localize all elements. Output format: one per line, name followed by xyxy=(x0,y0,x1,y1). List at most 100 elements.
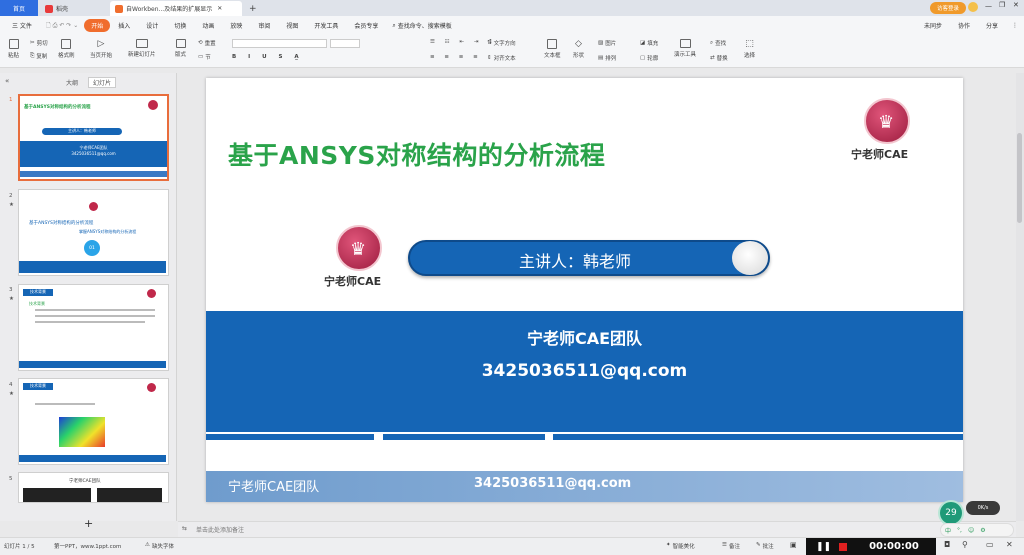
notes-button[interactable]: ☰ 备注 xyxy=(722,542,740,550)
font-style-buttons[interactable]: B I U S A̲ xyxy=(232,54,304,60)
copy-label: 复制 xyxy=(36,54,48,60)
outline-label: 轮廓 xyxy=(647,56,659,62)
play-from-current-button[interactable]: ▷ 当页开始 xyxy=(90,39,112,59)
menu-insert[interactable]: 插入 xyxy=(110,21,138,30)
stop-icon[interactable] xyxy=(839,542,848,551)
select-button[interactable]: ⬚ 选择 xyxy=(744,39,755,59)
menu-slideshow[interactable]: 放映 xyxy=(222,21,250,30)
fill-button[interactable]: ◪ 填充 xyxy=(640,39,658,47)
menu-member[interactable]: 会员专享 xyxy=(346,21,386,30)
menu-review[interactable]: 审阅 xyxy=(250,21,278,30)
sync-status[interactable]: 未同步 xyxy=(916,21,950,30)
text-direction-icon: ⇅ xyxy=(487,40,492,46)
picture-button[interactable]: ▨ 图片 xyxy=(598,39,616,47)
normal-view-icon[interactable]: ▣ xyxy=(790,541,797,549)
new-slide-button[interactable]: 新建幻灯片 xyxy=(128,39,156,58)
ime-mode[interactable]: 中 xyxy=(945,526,951,535)
tab-daoke[interactable]: 稻壳 xyxy=(40,1,105,16)
format-painter-button[interactable]: 格式刷 xyxy=(58,39,75,59)
layout-button[interactable]: 版式 xyxy=(175,39,186,58)
maximize-icon[interactable]: ❐ xyxy=(999,1,1005,9)
menu-animation[interactable]: 动画 xyxy=(194,21,222,30)
team-email[interactable]: 3425036511@qq.com xyxy=(206,361,963,381)
font-size-select[interactable] xyxy=(330,39,360,48)
share-button[interactable]: 分享 xyxy=(978,21,1006,30)
copy-icon: ⎘ xyxy=(30,52,35,59)
collaborate-button[interactable]: 协作 xyxy=(950,21,978,30)
footer-email[interactable]: 3425036511@qq.com xyxy=(474,476,631,491)
outline-button[interactable]: ▢ 轮廓 xyxy=(640,54,658,62)
slide-thumbnail-2[interactable]: 基于ANSYS对称结构的分析流程 掌握ANSYS对称结构的分析流程 01 xyxy=(18,189,169,276)
logo-left: ♛ xyxy=(336,225,382,271)
quick-access-icons: 🗋 ⎙ ↶ ↷ ⌄ xyxy=(45,21,79,29)
tab-outline[interactable]: 大纲 xyxy=(66,78,78,87)
recorder-menu-icon[interactable]: ▭ xyxy=(986,540,994,549)
ime-punct-icon[interactable]: °, xyxy=(957,527,962,534)
crown-icon: ♛ xyxy=(350,239,367,260)
paste-button[interactable]: 粘贴 xyxy=(8,39,19,59)
tab-home[interactable]: 首页 xyxy=(0,0,38,16)
align-text-button[interactable]: ⇕ 对齐文本 xyxy=(487,54,516,62)
speaker-banner-knob xyxy=(732,241,768,275)
notes-area[interactable]: ⇆ 单击此处添加备注 xyxy=(178,521,1016,537)
find-button[interactable]: ⌕ 查找 xyxy=(710,39,726,48)
collapse-panel-icon[interactable]: « xyxy=(5,77,9,85)
presenter-tools-button[interactable]: 演示工具 xyxy=(674,39,696,58)
align-buttons[interactable]: ≡ ≡ ≡ ≡ xyxy=(430,54,482,60)
text-direction-button[interactable]: ⇅ 文字方向 xyxy=(487,39,516,47)
pause-icon[interactable]: ❚❚ xyxy=(816,542,831,552)
slide-thumbnail-1[interactable]: 基于ANSYS对称结构的分析流程 主讲人：韩老师 宁老师CAE团队 342503… xyxy=(18,94,169,181)
menu-view[interactable]: 视图 xyxy=(278,21,306,30)
menu-developer[interactable]: 开发工具 xyxy=(306,21,346,30)
notes-placeholder[interactable]: 单击此处添加备注 xyxy=(196,525,244,534)
notes-expand-icon[interactable]: ⇆ xyxy=(182,525,187,532)
copy-button[interactable]: ⎘ 复制 xyxy=(30,52,48,61)
smart-beautify-button[interactable]: ✦ 智能美化 xyxy=(666,542,695,550)
speaker-label[interactable]: 主讲人：韩老师 xyxy=(410,248,740,272)
cut-button[interactable]: ✂ 剪切 xyxy=(30,39,48,47)
new-tab-button[interactable]: + xyxy=(244,1,262,16)
close-window-icon[interactable]: ✕ xyxy=(1013,1,1019,9)
guest-login-button[interactable]: 访客登录 xyxy=(930,2,966,14)
slide-thumbnail-4[interactable]: 技术背景 xyxy=(18,378,169,465)
menu-design[interactable]: 设计 xyxy=(138,21,166,30)
reset-button[interactable]: ⟲ 重置 xyxy=(198,39,216,47)
section-label: 节 xyxy=(205,55,211,61)
slide-thumbnail-3[interactable]: 技术背景 技术背景 xyxy=(18,284,169,371)
theme-name[interactable]: 第一PPT，www.1ppt.com xyxy=(54,542,121,550)
missing-font-button[interactable]: ⚠ 缺失字体 xyxy=(145,542,174,550)
font-family-select[interactable] xyxy=(232,39,327,48)
tab-document[interactable]: 自Workben...及结果的扩展显示 ✕ xyxy=(110,1,242,16)
slide-canvas[interactable]: 基于ANSYS对称结构的分析流程 ♛ 宁老师CAE ♛ 宁老师CAE 主讲人：韩… xyxy=(206,78,963,502)
avatar[interactable] xyxy=(968,2,978,12)
ime-toolbar[interactable]: 中 °, ☺ ⚙ xyxy=(940,523,1014,537)
slide-number-1: 1 xyxy=(9,97,13,103)
slide-title[interactable]: 基于ANSYS对称结构的分析流程 xyxy=(228,136,605,172)
textbox-button[interactable]: 文本框 xyxy=(544,39,561,59)
mic-icon[interactable]: ⚲ xyxy=(962,540,968,549)
section-button[interactable]: ▭ 节 xyxy=(198,53,211,61)
ime-settings-icon[interactable]: ⚙ xyxy=(980,527,985,534)
file-menu[interactable]: 三 文件 xyxy=(4,21,40,30)
footer-team[interactable]: 宁老师CAE团队 xyxy=(228,476,319,495)
minimize-icon[interactable]: — xyxy=(985,2,992,10)
comment-button[interactable]: ✎ 批注 xyxy=(756,542,774,550)
tab-slides[interactable]: 幻灯片 xyxy=(88,77,117,88)
recorder-close-icon[interactable]: ✕ xyxy=(1006,540,1013,549)
add-slide-button[interactable]: + xyxy=(84,517,93,530)
close-tab-icon[interactable]: ✕ xyxy=(217,5,222,12)
menu-start[interactable]: 开始 xyxy=(84,19,111,32)
shape-button[interactable]: ◇ 形状 xyxy=(573,39,584,59)
team-name[interactable]: 宁老师CAE团队 xyxy=(206,325,963,349)
editor-scrollbar[interactable] xyxy=(1016,73,1024,521)
tab-document-label: 自Workben...及结果的扩展显示 xyxy=(126,6,213,13)
camera-icon[interactable]: ◘ xyxy=(944,540,950,549)
arrange-button[interactable]: ▤ 排列 xyxy=(598,54,616,62)
ime-emoji-icon[interactable]: ☺ xyxy=(968,527,974,534)
menu-transition[interactable]: 切换 xyxy=(166,21,194,30)
search-command[interactable]: ⌕ 查找命令、搜索模板 xyxy=(386,21,457,31)
more-icon[interactable]: ⋮ xyxy=(1006,22,1024,29)
replace-button[interactable]: ⇄ 替换 xyxy=(710,54,728,62)
slide-thumbnail-5[interactable]: 宁老师CAE团队 xyxy=(18,472,169,503)
editor-scrollbar-thumb[interactable] xyxy=(1017,133,1022,223)
